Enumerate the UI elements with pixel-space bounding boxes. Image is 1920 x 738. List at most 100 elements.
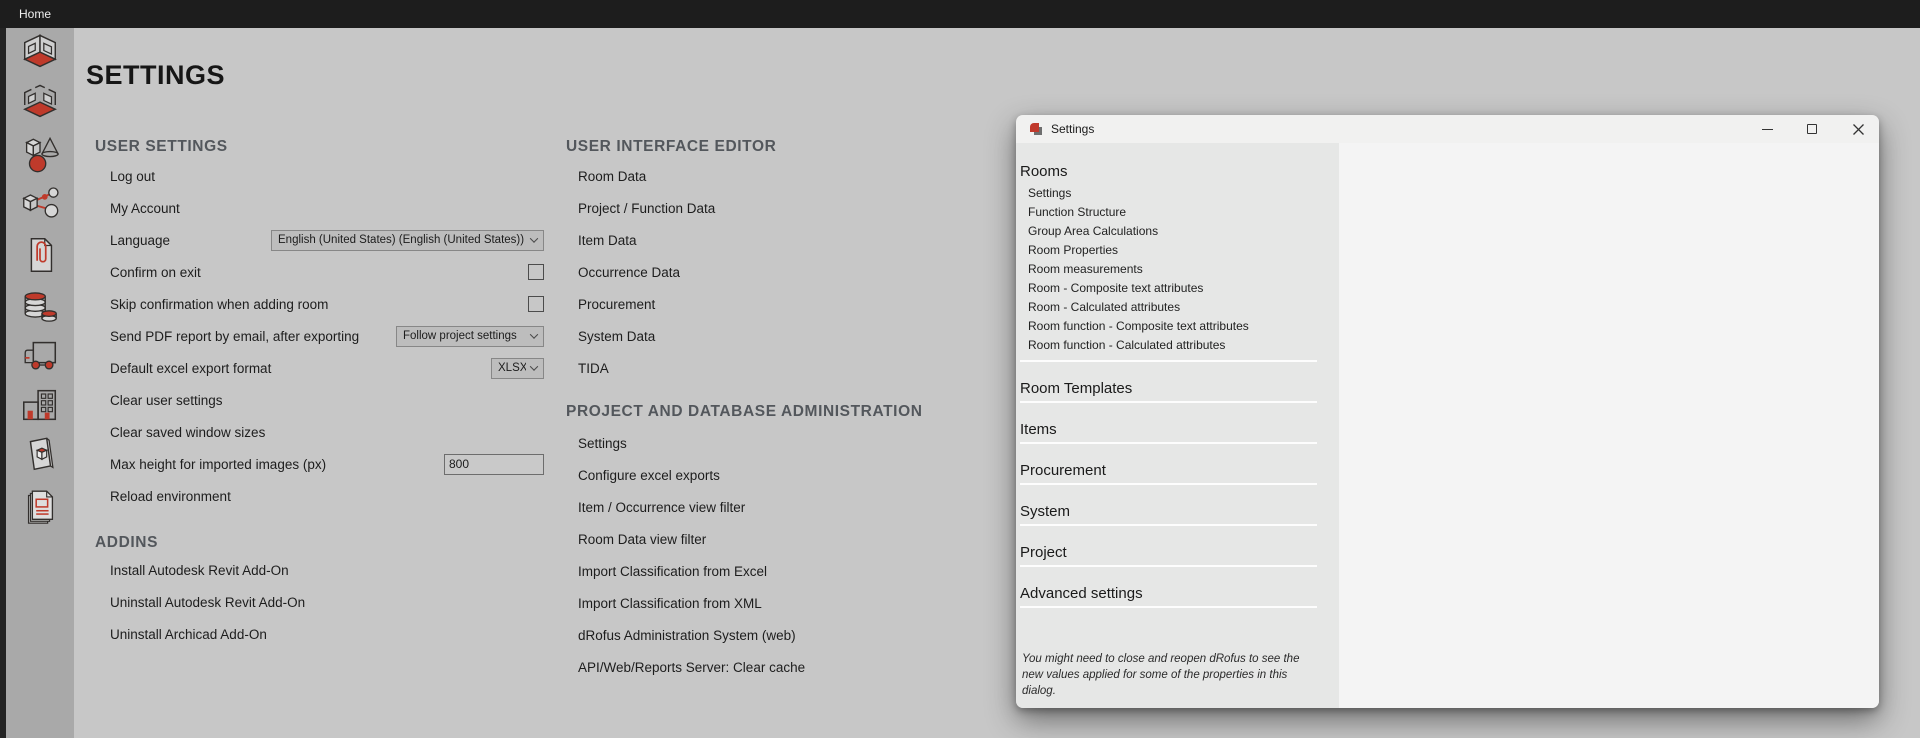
chevron-down-icon <box>530 234 538 242</box>
language-select-value: English (United States) (English (United… <box>278 234 524 246</box>
install-revit-addon-link[interactable]: Install Autodesk Revit Add-On <box>110 563 289 578</box>
sidebar-item-reports[interactable] <box>6 480 74 530</box>
sidebar-item-room-templates[interactable] <box>6 80 74 130</box>
tree-item-room-calculated-attributes[interactable]: Room - Calculated attributes <box>1028 298 1317 317</box>
my-account-link[interactable]: My Account <box>110 201 180 216</box>
page-title: SETTINGS <box>86 60 225 91</box>
user-settings-header: USER SETTINGS <box>95 138 228 156</box>
sidebar-item-catalog[interactable] <box>6 430 74 480</box>
dialog-titlebar[interactable]: Settings <box>1016 115 1879 143</box>
send-pdf-select[interactable]: Follow project settings <box>396 326 544 347</box>
user-settings-rows: Log out My Account Language English (Uni… <box>110 160 544 512</box>
tree-item-function-structure[interactable]: Function Structure <box>1028 203 1317 222</box>
minimize-icon <box>1762 129 1773 130</box>
tree-section-system[interactable]: System <box>1020 503 1317 526</box>
uninstall-archicad-addon-link[interactable]: Uninstall Archicad Add-On <box>110 627 267 642</box>
language-select[interactable]: English (United States) (English (United… <box>271 230 544 251</box>
send-pdf-select-value: Follow project settings <box>403 330 517 342</box>
tree-item-room-function-composite-text-attributes[interactable]: Room function - Composite text attribute… <box>1028 317 1317 336</box>
maximize-icon <box>1807 124 1817 134</box>
dialog-content-panel <box>1339 143 1879 708</box>
uninstall-revit-addon-link[interactable]: Uninstall Autodesk Revit Add-On <box>110 595 305 610</box>
ui-editor-header: USER INTERFACE EDITOR <box>566 138 776 156</box>
log-out-link[interactable]: Log out <box>110 169 155 184</box>
project-admin-header: PROJECT AND DATABASE ADMINISTRATION <box>566 403 923 421</box>
room-data-view-filter-link[interactable]: Room Data view filter <box>578 532 706 547</box>
excel-format-select[interactable]: XLSX <box>491 358 544 379</box>
item-occurrence-view-filter-link[interactable]: Item / Occurrence view filter <box>578 500 745 515</box>
max-height-label: Max height for imported images (px) <box>110 457 326 472</box>
clear-cache-link[interactable]: API/Web/Reports Server: Clear cache <box>578 660 805 675</box>
app-window: Home <box>0 0 1920 738</box>
dialog-tree-panel: Rooms Settings Function Structure Group … <box>1016 143 1339 708</box>
sidebar-item-building[interactable] <box>6 380 74 430</box>
ui-editor-procurement-link[interactable]: Procurement <box>578 297 655 312</box>
sidebar-item-finance[interactable] <box>6 280 74 330</box>
tree-rooms-group: Rooms Settings Function Structure Group … <box>1020 163 1317 362</box>
attachments-icon <box>19 234 61 276</box>
top-menu-bar: Home <box>0 0 1920 28</box>
room-templates-icon <box>19 84 61 126</box>
tree-item-room-function-calculated-attributes[interactable]: Room function - Calculated attributes <box>1028 336 1317 355</box>
ui-editor-occurrence-data-link[interactable]: Occurrence Data <box>578 265 680 280</box>
addins-rows: Install Autodesk Revit Add-On Uninstall … <box>110 554 544 650</box>
configure-excel-exports-link[interactable]: Configure excel exports <box>578 468 720 483</box>
sidebar-item-items[interactable] <box>6 130 74 180</box>
clear-saved-window-sizes-link[interactable]: Clear saved window sizes <box>110 425 265 440</box>
send-pdf-label: Send PDF report by email, after exportin… <box>110 329 359 344</box>
import-classification-excel-link[interactable]: Import Classification from Excel <box>578 564 767 579</box>
excel-format-select-value: XLSX <box>498 362 526 374</box>
tree-item-room-composite-text-attributes[interactable]: Room - Composite text attributes <box>1028 279 1317 298</box>
drofus-logo-icon <box>1029 122 1043 136</box>
close-button[interactable] <box>1846 115 1870 143</box>
tree-section-items[interactable]: Items <box>1020 421 1317 444</box>
ui-editor-item-data-link[interactable]: Item Data <box>578 233 637 248</box>
tree-item-room-properties[interactable]: Room Properties <box>1028 241 1317 260</box>
sidebar-item-systems[interactable] <box>6 180 74 230</box>
ui-editor-project-function-data-link[interactable]: Project / Function Data <box>578 201 715 216</box>
clear-user-settings-link[interactable]: Clear user settings <box>110 393 223 408</box>
reload-environment-link[interactable]: Reload environment <box>110 489 231 504</box>
building-icon <box>19 384 61 426</box>
tree-section-room-templates[interactable]: Room Templates <box>1020 380 1317 403</box>
logistics-icon <box>19 334 61 376</box>
dialog-title: Settings <box>1051 122 1094 136</box>
catalog-icon <box>19 434 61 476</box>
skip-confirmation-checkbox[interactable] <box>528 296 544 312</box>
ui-editor-system-data-link[interactable]: System Data <box>578 329 655 344</box>
addins-header: ADDINS <box>95 534 158 552</box>
admin-settings-link[interactable]: Settings <box>578 436 627 451</box>
tree-item-group-area-calculations[interactable]: Group Area Calculations <box>1028 222 1317 241</box>
tree-section-procurement[interactable]: Procurement <box>1020 462 1317 485</box>
ui-editor-rows: Room Data Project / Function Data Item D… <box>578 160 998 384</box>
confirm-on-exit-checkbox[interactable] <box>528 264 544 280</box>
sidebar-item-rooms[interactable] <box>6 30 74 80</box>
chevron-down-icon <box>530 330 538 338</box>
sidebar-nav <box>6 28 74 738</box>
systems-icon <box>19 184 61 226</box>
tree-item-room-measurements[interactable]: Room measurements <box>1028 260 1317 279</box>
home-tab[interactable]: Home <box>19 7 51 21</box>
items-icon <box>19 134 61 176</box>
settings-dialog: Settings Rooms Settings Function Structu… <box>1016 115 1879 708</box>
tree-section-advanced-settings[interactable]: Advanced settings <box>1020 585 1317 608</box>
ui-editor-room-data-link[interactable]: Room Data <box>578 169 646 184</box>
import-classification-xml-link[interactable]: Import Classification from XML <box>578 596 762 611</box>
language-label: Language <box>110 233 170 248</box>
sidebar-item-attachments[interactable] <box>6 230 74 280</box>
sidebar-item-logistics[interactable] <box>6 330 74 380</box>
project-admin-rows: Settings Configure excel exports Item / … <box>578 427 998 683</box>
dialog-footer-note: You might need to close and reopen dRofu… <box>1022 651 1322 699</box>
ui-editor-tida-link[interactable]: TIDA <box>578 361 609 376</box>
finance-icon <box>19 284 61 326</box>
tree-section-rooms[interactable]: Rooms <box>1020 163 1317 181</box>
minimize-button[interactable] <box>1755 115 1779 143</box>
chevron-down-icon <box>530 362 538 370</box>
tree-item-settings[interactable]: Settings <box>1028 184 1317 203</box>
max-height-input[interactable] <box>444 454 544 475</box>
maximize-button[interactable] <box>1800 115 1824 143</box>
tree-rooms-children: Settings Function Structure Group Area C… <box>1020 184 1317 355</box>
drofus-admin-system-link[interactable]: dRofus Administration System (web) <box>578 628 796 643</box>
tree-section-project[interactable]: Project <box>1020 544 1317 567</box>
close-icon <box>1852 123 1865 136</box>
